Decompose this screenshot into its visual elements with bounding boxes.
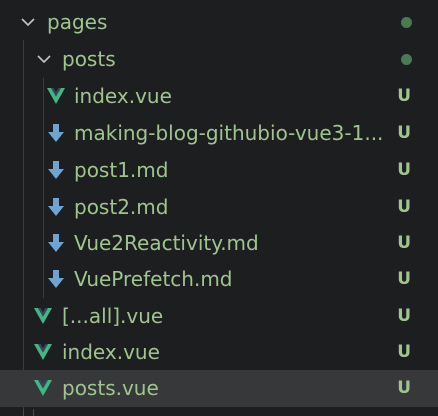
folder-row-pages[interactable]: pages [0, 4, 438, 41]
markdown-icon [46, 196, 66, 218]
file-label: Vue2Reactivity.md [74, 231, 259, 255]
folder-label-posts: posts [62, 47, 116, 71]
file-label: index.vue [62, 340, 160, 364]
file-row[interactable]: post1.md U [0, 152, 438, 189]
file-row-selected[interactable]: posts.vue U [0, 370, 438, 407]
markdown-icon [46, 268, 66, 290]
git-status-badge: U [397, 86, 411, 106]
git-status-badge: U [397, 269, 411, 289]
file-label: making-blog-githubio-vue3-1... [74, 121, 384, 145]
git-status-badge: U [397, 342, 411, 362]
folder-row-posts[interactable]: posts [0, 41, 438, 78]
file-row[interactable]: [...all].vue U [0, 298, 438, 335]
file-row[interactable]: making-blog-githubio-vue3-1... U [0, 115, 438, 152]
file-row[interactable]: post2.md U [0, 189, 438, 226]
vue-icon [33, 305, 53, 327]
markdown-icon [46, 159, 66, 181]
file-label: post1.md [74, 158, 169, 182]
chevron-down-icon [18, 12, 38, 32]
file-row[interactable]: index.vue U [0, 78, 438, 115]
indent-guide-bottom [33, 409, 34, 416]
file-label: VuePrefetch.md [74, 267, 233, 291]
file-label: posts.vue [62, 376, 159, 400]
file-explorer-tree: pages posts index.vue U making-blog-gith… [0, 0, 438, 416]
git-status-badge: U [397, 123, 411, 143]
modified-dot [401, 17, 412, 28]
git-status-badge: U [397, 197, 411, 217]
chevron-down-icon [34, 49, 54, 69]
indent-guide-bottom [23, 409, 24, 416]
file-row[interactable]: index.vue U [0, 334, 438, 371]
git-status-badge: U [397, 378, 411, 398]
file-label: post2.md [74, 195, 169, 219]
vue-icon [33, 377, 53, 399]
vue-icon [46, 85, 66, 107]
git-status-badge: U [397, 306, 411, 326]
markdown-icon [46, 122, 66, 144]
git-status-badge: U [397, 233, 411, 253]
markdown-icon [46, 232, 66, 254]
modified-dot [401, 54, 412, 65]
vue-icon [33, 341, 53, 363]
file-row[interactable]: Vue2Reactivity.md U [0, 225, 438, 262]
file-label: index.vue [74, 84, 172, 108]
git-status-badge: U [397, 160, 411, 180]
file-row[interactable]: VuePrefetch.md U [0, 261, 438, 298]
folder-label-pages: pages [47, 10, 108, 34]
file-label: [...all].vue [62, 304, 164, 328]
